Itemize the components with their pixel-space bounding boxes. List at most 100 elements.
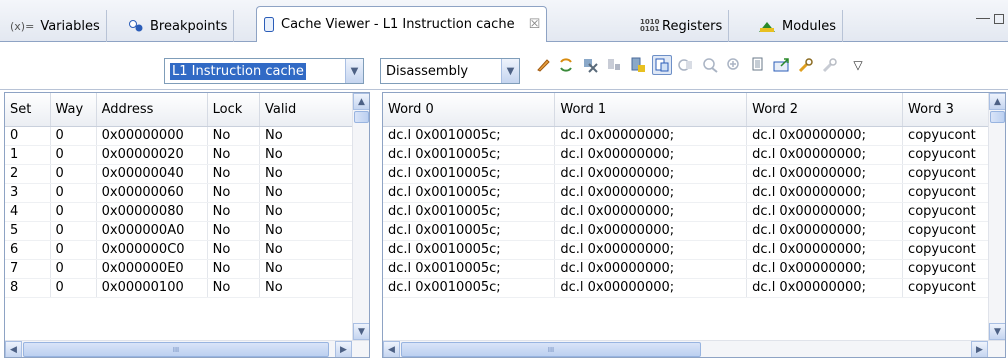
scroll-down-icon[interactable]: ▼ — [353, 323, 369, 340]
cell-way: 0 — [50, 240, 97, 260]
view-mode-value: Disassembly — [386, 63, 469, 79]
cache-select-value: L1 Instruction cache — [170, 62, 306, 80]
invert-icon[interactable] — [724, 55, 744, 75]
cell-set: 8 — [5, 278, 51, 298]
find-next-icon[interactable] — [820, 55, 840, 75]
table-row[interactable]: dc.l 0x0010005c; dc.l 0x00000000; dc.l 0x0… — [383, 240, 1005, 260]
cell-word1: dc.l 0x00000000; — [554, 259, 748, 279]
scroll-thumb[interactable] — [990, 111, 1005, 123]
table-row[interactable]: 1 0 0x00000020 No No — [5, 145, 369, 165]
column-header-set[interactable]: Set — [5, 93, 51, 127]
scroll-right-icon[interactable]: ▶ — [971, 341, 988, 357]
view-mode-select[interactable]: Disassembly ▼ — [380, 58, 520, 84]
cell-address: 0x00000040 — [96, 164, 208, 184]
scroll-left-icon[interactable]: ◀ — [383, 341, 400, 357]
column-header-way[interactable]: Way — [50, 93, 97, 127]
vertical-scrollbar[interactable]: ▲ ▼ — [352, 93, 369, 340]
maximize-icon[interactable] — [994, 14, 1004, 24]
chevron-down-icon[interactable]: ▼ — [501, 59, 519, 83]
cell-word1: dc.l 0x00000000; — [554, 126, 748, 146]
copy-icon[interactable] — [748, 55, 768, 75]
view-menu-icon[interactable]: ▽ — [848, 55, 868, 75]
table-row[interactable]: 6 0 0x000000C0 No No — [5, 240, 369, 260]
variables-icon: (x)= — [10, 19, 35, 33]
cell-set: 7 — [5, 259, 51, 279]
refresh-icon[interactable] — [556, 55, 576, 75]
horizontal-scrollbar[interactable]: ◀ III ▶ — [5, 340, 369, 357]
cell-lock: No — [207, 278, 260, 298]
tab-variables[interactable]: (x)= Variables — [4, 10, 107, 42]
flush-line-icon[interactable] — [652, 55, 672, 75]
minimize-icon[interactable] — [976, 18, 990, 21]
table-row[interactable]: dc.l 0x0010005c; dc.l 0x00000000; dc.l 0x0… — [383, 221, 1005, 241]
table-row[interactable]: dc.l 0x0010005c; dc.l 0x00000000; dc.l 0x0… — [383, 278, 1005, 298]
cell-word0: dc.l 0x0010005c; — [383, 202, 556, 222]
horizontal-scrollbar[interactable]: ◀ III ▶ — [383, 340, 1005, 357]
scroll-up-icon[interactable]: ▲ — [989, 93, 1005, 110]
invalidate-icon[interactable] — [580, 55, 600, 75]
cell-way: 0 — [50, 183, 97, 203]
column-header-lock[interactable]: Lock — [207, 93, 260, 127]
cell-word0: dc.l 0x0010005c; — [383, 164, 556, 184]
cell-word2: dc.l 0x00000000; — [746, 145, 904, 165]
table-row[interactable]: 8 0 0x00000100 No No — [5, 278, 369, 298]
tab-registers[interactable]: 1010 0101 Registers — [634, 10, 730, 42]
column-header-word2[interactable]: Word 2 — [746, 93, 904, 127]
table-row[interactable]: 2 0 0x00000040 No No — [5, 164, 369, 184]
lock-cache-icon[interactable] — [628, 55, 648, 75]
table-row[interactable]: dc.l 0x0010005c; dc.l 0x00000000; dc.l 0x0… — [383, 145, 1005, 165]
cache-lines-table: Set Way Address Lock Valid 0 0 0x00000000 N… — [5, 93, 369, 298]
tab-label: Variables — [40, 18, 100, 34]
cell-word1: dc.l 0x00000000; — [554, 240, 748, 260]
scroll-up-icon[interactable]: ▲ — [353, 93, 369, 110]
table-row[interactable]: dc.l 0x0010005c; dc.l 0x00000000; dc.l 0x0… — [383, 126, 1005, 146]
table-row[interactable]: 0 0 0x00000000 No No — [5, 126, 369, 146]
column-header-word0[interactable]: Word 0 — [383, 93, 556, 127]
table-row[interactable]: 4 0 0x00000080 No No — [5, 202, 369, 222]
table-row[interactable]: 7 0 0x000000E0 No No — [5, 259, 369, 279]
cell-way: 0 — [50, 259, 97, 279]
cell-address: 0x00000100 — [96, 278, 208, 298]
cell-set: 4 — [5, 202, 51, 222]
tab-cache-viewer[interactable]: Cache Viewer - L1 Instruction cache ☒ — [256, 6, 548, 43]
cache-select[interactable]: L1 Instruction cache ▼ — [164, 58, 364, 84]
column-header-address[interactable]: Address — [96, 93, 208, 127]
cache-words-pane: Word 0 Word 1 Word 2 Word 3 dc.l 0x00100… — [382, 92, 1006, 358]
table-row[interactable]: 3 0 0x00000060 No No — [5, 183, 369, 203]
cell-word1: dc.l 0x00000000; — [554, 164, 748, 184]
cache-words-table: Word 0 Word 1 Word 2 Word 3 dc.l 0x00100… — [383, 93, 1005, 298]
table-row[interactable]: dc.l 0x0010005c; dc.l 0x00000000; dc.l 0x0… — [383, 259, 1005, 279]
inhibit-icon[interactable] — [700, 55, 720, 75]
cell-set: 2 — [5, 164, 51, 184]
find-icon[interactable] — [796, 55, 816, 75]
tab-breakpoints[interactable]: Breakpoints — [122, 10, 235, 42]
cell-lock: No — [207, 202, 260, 222]
lock-line-icon[interactable] — [604, 55, 624, 75]
cell-word1: dc.l 0x00000000; — [554, 183, 748, 203]
table-row[interactable]: dc.l 0x0010005c; dc.l 0x00000000; dc.l 0x0… — [383, 164, 1005, 184]
cache-icon — [263, 16, 275, 33]
close-icon[interactable]: ☒ — [529, 17, 541, 32]
vertical-scrollbar[interactable]: ▲ ▼ — [988, 93, 1005, 340]
scroll-thumb[interactable]: III — [401, 342, 701, 357]
table-row[interactable]: 5 0 0x000000A0 No No — [5, 221, 369, 241]
cell-address: 0x000000E0 — [96, 259, 208, 279]
scroll-left-icon[interactable]: ◀ — [5, 341, 22, 357]
cell-address: 0x000000C0 — [96, 240, 208, 260]
tab-modules[interactable]: Modules — [752, 10, 844, 42]
cell-word2: dc.l 0x00000000; — [746, 164, 904, 184]
chevron-down-icon[interactable]: ▼ — [345, 59, 363, 83]
table-row[interactable]: dc.l 0x0010005c; dc.l 0x00000000; dc.l 0x0… — [383, 183, 1005, 203]
pencil-icon[interactable] — [533, 55, 553, 75]
scroll-right-icon[interactable]: ▶ — [335, 341, 352, 357]
scroll-down-icon[interactable]: ▼ — [989, 323, 1005, 340]
export-icon[interactable] — [772, 55, 792, 75]
cell-lock: No — [207, 145, 260, 165]
scroll-thumb[interactable] — [354, 111, 369, 123]
table-row[interactable]: dc.l 0x0010005c; dc.l 0x00000000; dc.l 0x0… — [383, 202, 1005, 222]
cell-word2: dc.l 0x00000000; — [746, 202, 904, 222]
scroll-thumb[interactable]: III — [23, 342, 329, 357]
column-header-word1[interactable]: Word 1 — [554, 93, 748, 127]
sync-icon[interactable] — [676, 55, 696, 75]
cell-word2: dc.l 0x00000000; — [746, 183, 904, 203]
